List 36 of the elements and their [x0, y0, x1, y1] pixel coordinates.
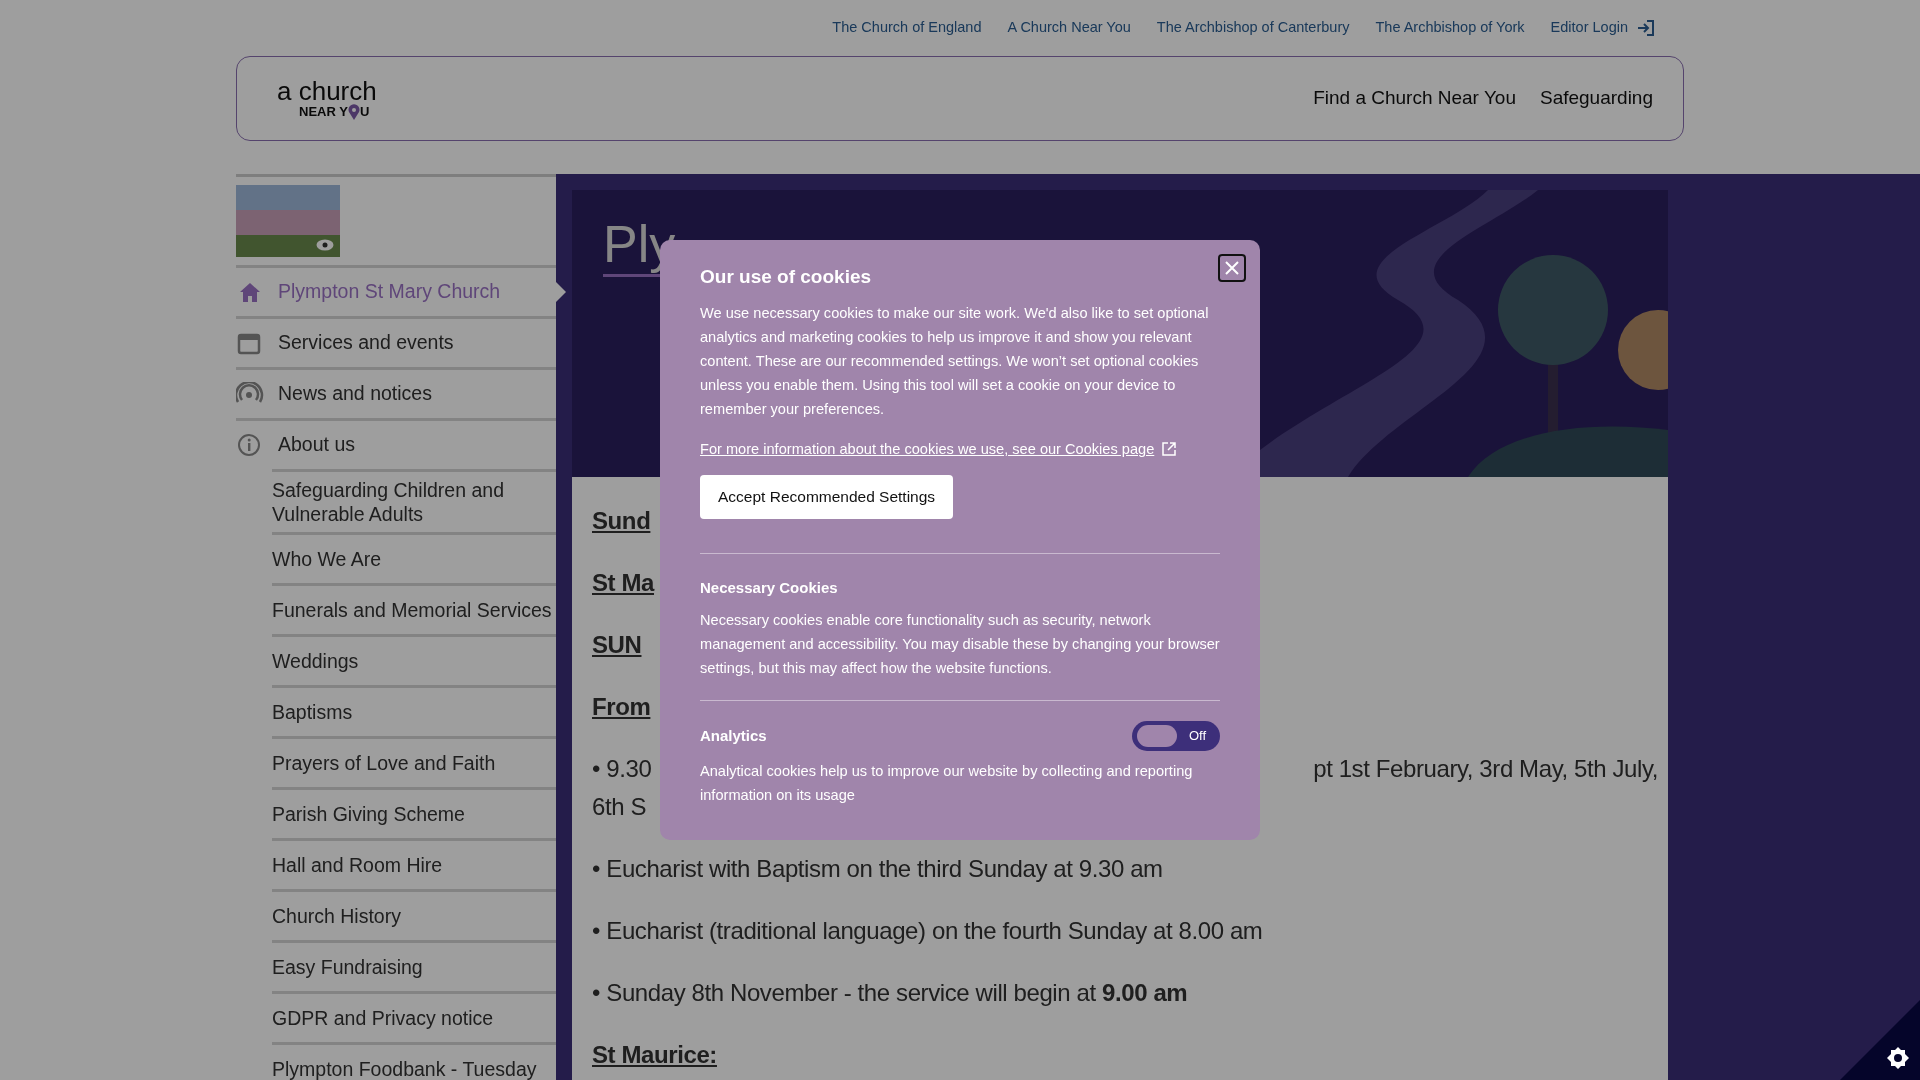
top-link[interactable]: The Archbishop of Canterbury: [1156, 17, 1350, 39]
toggle-switch[interactable]: Off: [1132, 720, 1220, 751]
pointer-icon: [556, 282, 566, 302]
service-text: • Eucharist (traditional language) on the fourth Sunday at 8.00 am: [592, 916, 1263, 946]
section-heading: St Maurice:: [592, 1040, 717, 1070]
cookies-link[interactable]: For more information about the cookies we use, see our Cookies page: [700, 436, 1177, 461]
top-link[interactable]: A Church Near You: [1007, 17, 1131, 39]
service-text: pt 1st February, 3rd May, 5th July,: [1313, 754, 1658, 784]
top-link[interactable]: The Archbishop of York: [1375, 17, 1525, 39]
section-text: Analytical cookies help us to improve our website by collecting and reporting information on its usage: [700, 761, 1194, 805]
accept-button[interactable]: Accept Recommended Settings: [700, 474, 954, 519]
service-text: • Eucharist with Baptism on the third Sunday at 9.30 am: [592, 854, 1163, 884]
external-link-icon: [1162, 441, 1177, 456]
eye-icon: [316, 239, 334, 251]
section-title: Analytics: [700, 725, 767, 746]
cookie-settings-button[interactable]: [1840, 1000, 1920, 1080]
section-heading: St Ma: [592, 568, 654, 598]
nav-link[interactable]: Find a Church Near You: [1313, 84, 1516, 113]
login-icon: [1636, 18, 1656, 38]
site-logo[interactable]: a church NEAR Y U: [277, 77, 377, 120]
nav-link[interactable]: Safeguarding: [1539, 84, 1653, 113]
top-link[interactable]: Editor Login: [1550, 17, 1656, 39]
close-icon: [1224, 260, 1240, 276]
section-text: Necessary cookies enable core functionality such as security, network management and accessibility. You may disable these by changing your browser settings, but this may affect how the website functions.: [700, 610, 1220, 678]
service-text: • 9.30: [592, 754, 652, 784]
section-heading: SUN: [592, 630, 642, 660]
section-heading: Sund: [592, 506, 651, 536]
service-text: • Sunday 8th November - the service will begin at 9.00 am: [592, 978, 1188, 1008]
top-link[interactable]: The Church of England: [832, 17, 982, 39]
gear-icon: [1887, 1047, 1909, 1069]
section-title: Necessary Cookies: [700, 577, 838, 598]
section-heading: From: [592, 692, 651, 722]
service-text: 6th S: [592, 792, 647, 822]
close-button[interactable]: [1218, 254, 1246, 282]
dialog-text: We use necessary cookies to make our site work. We'd also like to set optional analytics and marketing cookies to help us improve it and show you relevant content. These are our recommended settings. We won’t set optional cookies unless you enable them. Using this tool will set a cookie on your device to remember your preferences.: [700, 303, 1210, 419]
dialog-title: Our use of cookies: [700, 265, 873, 289]
